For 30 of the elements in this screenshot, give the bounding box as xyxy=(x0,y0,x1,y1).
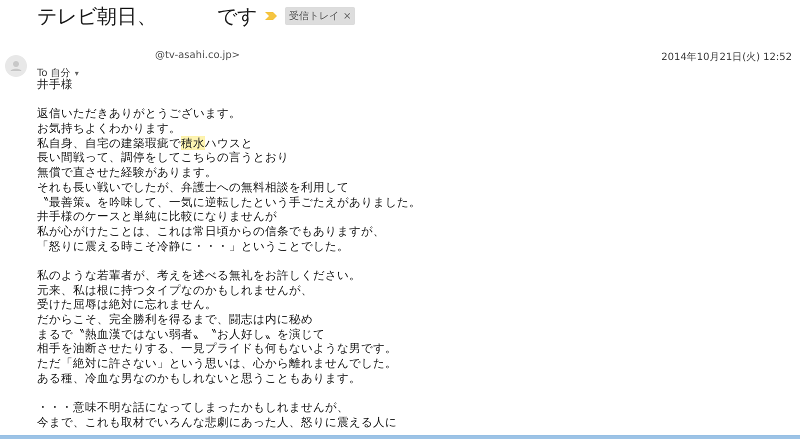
body-line: 無償で直させた経験があります。 xyxy=(37,165,217,180)
body-line: 「怒りに震える時こそ冷静に・・・」ということでした。 xyxy=(37,238,349,254)
body-line: お気持ちよくわかります。 xyxy=(37,121,181,136)
body-line: まるで〝熱血漢ではない弱者〟〝お人好し〟を演じて xyxy=(37,326,325,342)
body-line: 相手を油断させたりする、一見プライドも何もないような男です。 xyxy=(37,341,397,356)
caret-icon[interactable]: ▾ xyxy=(74,68,79,78)
body-line: 私が心がけたことは、これは常日頃からの信条でもありますが、 xyxy=(37,224,385,239)
importance-icon[interactable] xyxy=(265,11,277,21)
body-line: 長い間戦って、調停をしてこちらの言うとおり xyxy=(37,150,289,166)
remove-label-button[interactable]: × xyxy=(343,10,352,22)
body-line: 私のような若輩者が、考えを述べる無礼をお許しください。 xyxy=(37,268,361,283)
body-line: 元来、私は根に持つタイプなのかもしれませんが、 xyxy=(37,282,313,298)
email-subject: テレビ朝日、 です xyxy=(37,2,257,30)
body-line: それも長い戦いでしたが、弁護士への無料相談を利用して xyxy=(37,180,349,194)
body-line: ある種、冷血な男なのかもしれないと思うこともあります。 xyxy=(37,370,361,386)
body-line: 私自身、自宅の建築瑕疵で積水ハウスと xyxy=(37,136,253,150)
body-line: ・・・意味不明な話になってしまったかもしれませんが、 xyxy=(37,400,349,415)
avatar-icon xyxy=(5,55,27,77)
label-tag: 受信トレイ × xyxy=(285,7,356,25)
body-line: 返信いただきありがとうございます。 xyxy=(37,106,241,122)
body-line: 井手様 xyxy=(37,77,73,92)
body-line: 〝最善策〟を吟味して、一気に逆転したという手ごたえがありました。 xyxy=(37,194,421,210)
recipient-text: To 自分 xyxy=(37,67,71,79)
body-line: 井手様のケースと単純に比較になりませんが xyxy=(37,209,277,224)
body-line: 受けた屈辱は絶対に忘れません。 xyxy=(37,297,217,312)
sender-address: @tv-asahi.co.jp> xyxy=(155,50,240,62)
body-line: 今まで、これも取材でいろんな悲劇にあった人、怒りに震える人に xyxy=(37,414,397,430)
email-date: 2014年10月21日(火) 12:52 xyxy=(661,50,792,62)
body-line: だからこそ、完全勝利を得るまで、闘志は内に秘め xyxy=(37,312,313,327)
body-line: ただ「絶対に許さない」という思いは、心から離れませんでした。 xyxy=(37,356,397,371)
